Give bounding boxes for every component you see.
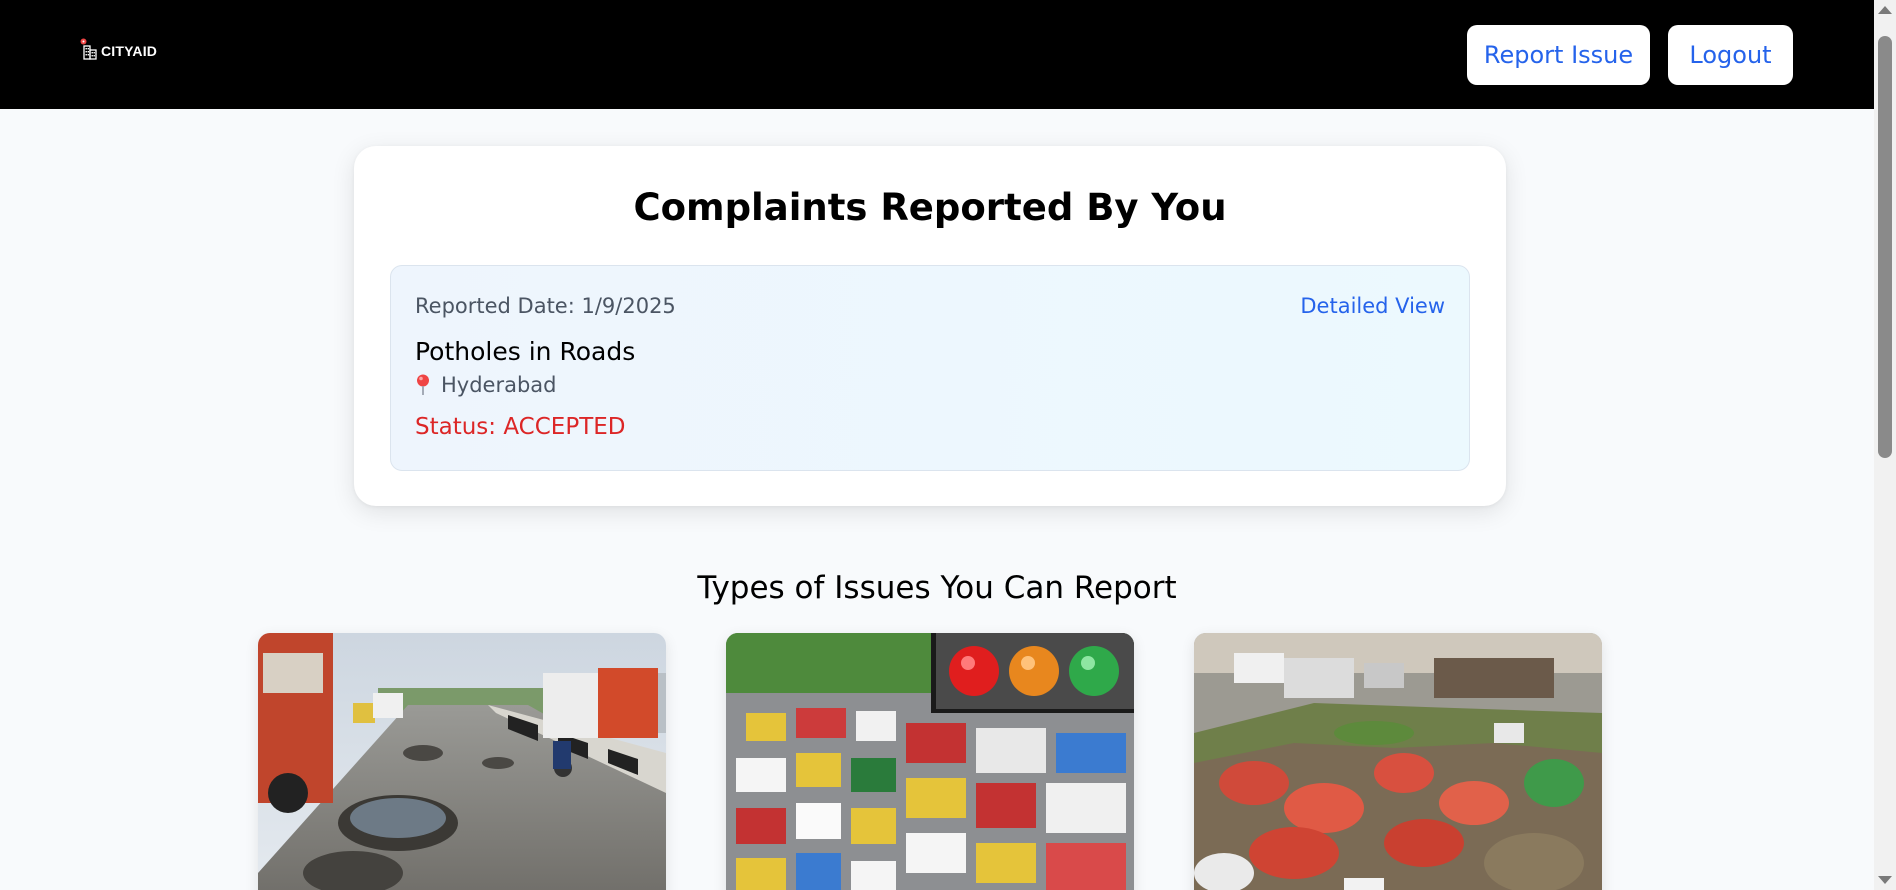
complaint-issue-title: Potholes in Roads — [415, 337, 636, 366]
complaints-card: Complaints Reported By You Reported Date… — [354, 146, 1506, 506]
detailed-view-link[interactable]: Detailed View — [1300, 294, 1445, 318]
complaints-title: Complaints Reported By You — [633, 186, 1227, 229]
traffic-image — [726, 633, 1134, 890]
potholes-image — [258, 633, 666, 890]
top-navbar: CITYAID Report Issue Logout — [0, 0, 1874, 109]
issue-card-garbage[interactable] — [1194, 633, 1602, 890]
location-pin-icon — [415, 374, 431, 396]
issue-card-traffic[interactable] — [726, 633, 1134, 890]
status-badge: Status: ACCEPTED — [415, 414, 626, 440]
logo-text: CITYAID — [101, 43, 158, 59]
location-text: Hyderabad — [441, 373, 557, 397]
complaint-location: Hyderabad — [415, 373, 557, 397]
page-viewport: CITYAID Report Issue Logout Complaints R… — [0, 0, 1874, 890]
report-issue-button[interactable]: Report Issue — [1467, 25, 1650, 85]
city-building-icon — [80, 38, 98, 60]
scroll-down-arrow-icon[interactable] — [1878, 876, 1892, 884]
garbage-image — [1194, 633, 1602, 890]
issue-card-potholes[interactable] — [258, 633, 666, 890]
logout-button[interactable]: Logout — [1668, 25, 1793, 85]
vertical-scrollbar[interactable] — [1874, 0, 1896, 890]
reported-date: Reported Date: 1/9/2025 — [415, 294, 676, 318]
issue-types-heading: Types of Issues You Can Report — [697, 570, 1177, 606]
complaint-item: Reported Date: 1/9/2025 Detailed View Po… — [390, 265, 1470, 471]
cityaid-logo[interactable]: CITYAID — [80, 38, 157, 60]
scrollbar-thumb[interactable] — [1878, 36, 1892, 458]
scroll-up-arrow-icon[interactable] — [1878, 6, 1892, 14]
